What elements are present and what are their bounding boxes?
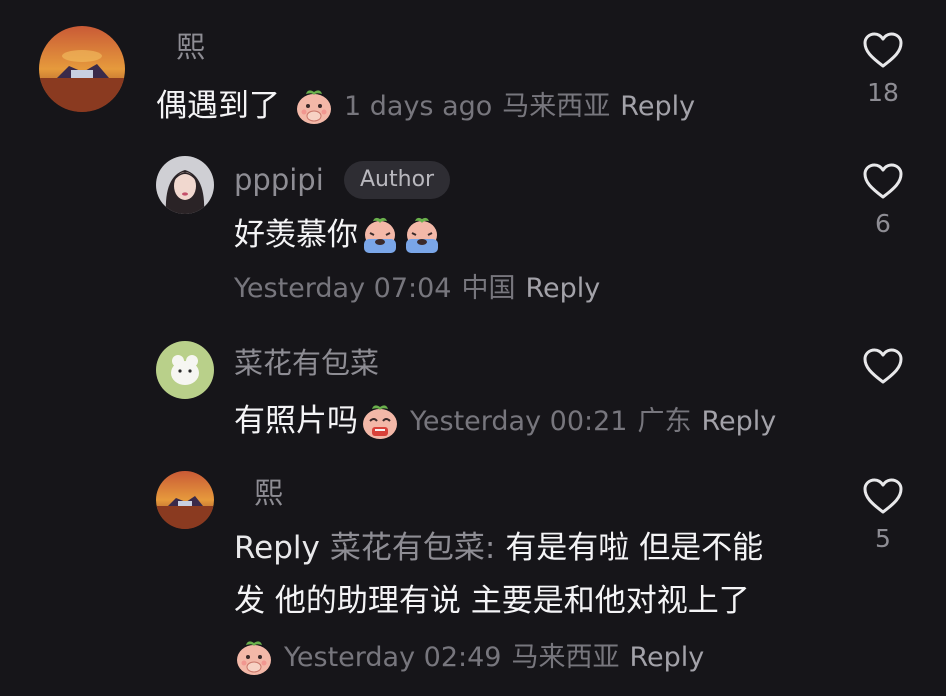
heart-outline-icon[interactable] bbox=[861, 30, 905, 70]
comment-body: 有是有啦 但是不能 bbox=[505, 530, 764, 566]
like-button[interactable]: 5 bbox=[853, 476, 913, 551]
like-button[interactable]: 6 bbox=[853, 161, 913, 236]
comment-text-line-1: Reply 菜花有包菜: 有是有啦 但是不能 bbox=[234, 533, 763, 564]
heart-outline-icon[interactable] bbox=[861, 476, 905, 516]
like-count: 6 bbox=[875, 209, 891, 238]
avatar[interactable] bbox=[39, 26, 125, 112]
avatar[interactable] bbox=[156, 471, 214, 529]
comment-meta: Yesterday 02:49 马来西亚 Reply bbox=[234, 637, 704, 677]
comment-body: 偶遇到了 bbox=[156, 87, 280, 124]
comment-text: 好羡慕你 bbox=[234, 215, 448, 255]
comment-meta: Yesterday 07:04 中国 Reply bbox=[234, 275, 600, 302]
comment-username[interactable]: 菜花有包菜 bbox=[234, 349, 379, 378]
like-button[interactable]: 18 bbox=[853, 30, 913, 105]
heart-outline-icon[interactable] bbox=[861, 346, 905, 386]
like-count: 18 bbox=[867, 78, 899, 107]
comment-time: Yesterday 07:04 bbox=[234, 273, 452, 304]
comment-location: 马来西亚 bbox=[511, 641, 620, 673]
comment-text: 偶遇到了 1 days ago 马来西亚 Reply bbox=[156, 86, 695, 126]
like-count: 5 bbox=[875, 524, 891, 553]
comment-location: 广东 bbox=[637, 405, 692, 437]
crying-emoji bbox=[402, 215, 442, 255]
reply-button[interactable]: Reply bbox=[620, 93, 695, 120]
comment-time: Yesterday 00:21 bbox=[410, 405, 628, 437]
comment-username[interactable]: 熙 bbox=[254, 479, 283, 508]
peach-cover-mouth-emoji bbox=[234, 637, 274, 677]
comment-location: 中国 bbox=[461, 273, 516, 304]
comment-time: 1 days ago bbox=[344, 90, 493, 122]
reply-prefix: Reply bbox=[234, 530, 320, 566]
comment-body: 好羡慕你 bbox=[234, 216, 358, 253]
avatar[interactable] bbox=[156, 156, 214, 214]
like-button[interactable] bbox=[853, 346, 913, 396]
avatar[interactable] bbox=[156, 341, 214, 399]
comment-location: 马来西亚 bbox=[502, 90, 611, 122]
reply-button[interactable]: Reply bbox=[525, 275, 600, 302]
reply-to-user[interactable]: 菜花有包菜: bbox=[330, 533, 495, 564]
reply-button[interactable]: Reply bbox=[701, 408, 776, 435]
peach-pleading-emoji bbox=[360, 401, 400, 441]
comment-text: 有照片吗 Yesterday 00:21 广东 Reply bbox=[234, 401, 776, 441]
reply-button[interactable]: Reply bbox=[629, 644, 704, 671]
peach-cover-mouth-emoji bbox=[294, 86, 334, 126]
comment-username[interactable]: 熙 bbox=[176, 33, 205, 62]
heart-outline-icon[interactable] bbox=[861, 161, 905, 201]
comment-time: Yesterday 02:49 bbox=[284, 641, 502, 673]
comment-body: 有照片吗 bbox=[234, 402, 358, 439]
comment-username[interactable]: pppipi bbox=[234, 166, 324, 195]
comment-text-line-2: 发 他的助理有说 主要是和他对视上了 bbox=[234, 586, 750, 617]
comment-body: 发 他的助理有说 主要是和他对视上了 bbox=[234, 583, 750, 619]
crying-emoji bbox=[360, 215, 400, 255]
author-badge: Author bbox=[344, 161, 451, 199]
